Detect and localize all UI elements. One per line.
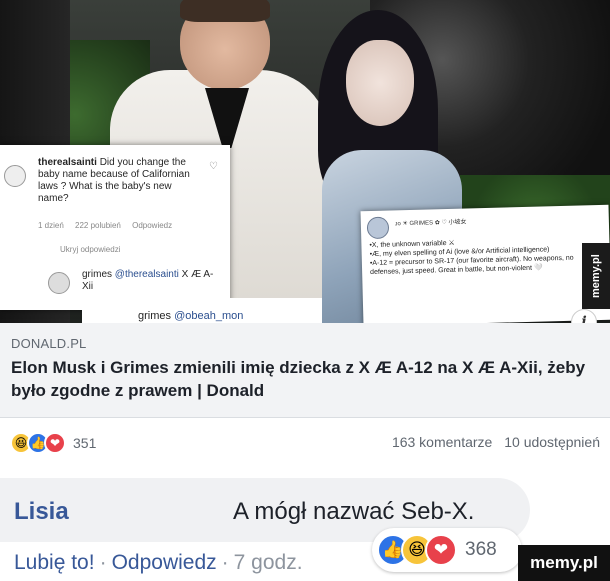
woman-face [346, 40, 414, 126]
memy-watermark: memy.pl [518, 545, 610, 581]
love-reaction-icon: ❤ [44, 432, 66, 454]
post-stats: 163 komentarze 10 udostępnień [392, 434, 600, 450]
side-watermark: memy.pl [582, 243, 610, 309]
avatar [366, 216, 390, 240]
ig-meta-likes: 222 polubień [75, 221, 121, 230]
reply-link[interactable]: Odpowiedz [112, 551, 217, 574]
comment-actions: Lubię to! · Odpowiedz · 7 godz. [14, 551, 303, 575]
comments-count[interactable]: 163 komentarze [392, 434, 492, 450]
separator: · [221, 551, 229, 574]
tweet-body: •X, the unknown variable ⚔ •Æ, my elven … [369, 235, 605, 277]
shares-count[interactable]: 10 udostępnień [504, 434, 600, 450]
reaction-count: 351 [73, 435, 97, 451]
tweet-screenshot: ᴊᴏ ☀︎ GRIMES ✿ ♡ 小坡女 •X, the unknown var… [360, 204, 610, 323]
ig-comment-2-text: grimes @obeah_mon [138, 310, 243, 322]
love-reaction-icon: ❤ [425, 534, 457, 566]
ig-meta-age: 1 dzień [38, 221, 64, 230]
link-domain: DONALD.PL [11, 336, 87, 351]
like-link[interactable]: Lubię to! [14, 551, 95, 574]
comment-author[interactable]: Lisia [14, 498, 69, 526]
reactions-summary[interactable]: 😆 👍 ❤ 351 [10, 430, 96, 456]
heart-icon: ♡ [209, 161, 218, 172]
instagram-comment-screenshot-2: grimes @obeah_mon [82, 298, 322, 323]
avatar [4, 165, 26, 187]
ig-reply-mention: @therealsainti [114, 269, 179, 280]
separator: · [99, 551, 107, 574]
instagram-comment-screenshot: therealsainti Did you change the baby na… [0, 145, 230, 310]
comment-text: A mógł nazwać Seb-X. [233, 498, 475, 525]
comment-reaction-count: 368 [465, 539, 497, 560]
ig-meta-reply: Odpowiedz [132, 221, 173, 230]
tweet-author: ᴊᴏ ☀︎ GRIMES ✿ ♡ 小坡女 [394, 219, 467, 228]
link-headline[interactable]: Elon Musk i Grimes zmienili imię dziecka… [11, 356, 601, 402]
ig-hide-replies: Ukryj odpowiedzi [60, 245, 121, 254]
ig-comment-meta: 1 dzień 222 polubień Odpowiedz [38, 221, 181, 230]
ig-reply-user: grimes [82, 269, 113, 280]
link-preview[interactable]: DONALD.PL Elon Musk i Grimes zmienili im… [0, 323, 610, 418]
post-image[interactable]: therealsainti Did you change the baby na… [0, 0, 610, 323]
avatar [48, 272, 70, 294]
man-hair [180, 0, 270, 22]
ig2-user: grimes [138, 310, 172, 322]
comment-reactions[interactable]: 👍 😆 ❤ 368 [377, 530, 497, 570]
ig-comment-text: therealsainti Did you change the baby na… [38, 157, 198, 205]
comment-timestamp[interactable]: 7 godz. [234, 551, 303, 574]
ig-username: therealsainti [38, 157, 97, 168]
ig-reply: grimes @therealsainti X Æ A-Xii [82, 269, 222, 293]
ig2-mention: @obeah_mon [174, 310, 244, 322]
